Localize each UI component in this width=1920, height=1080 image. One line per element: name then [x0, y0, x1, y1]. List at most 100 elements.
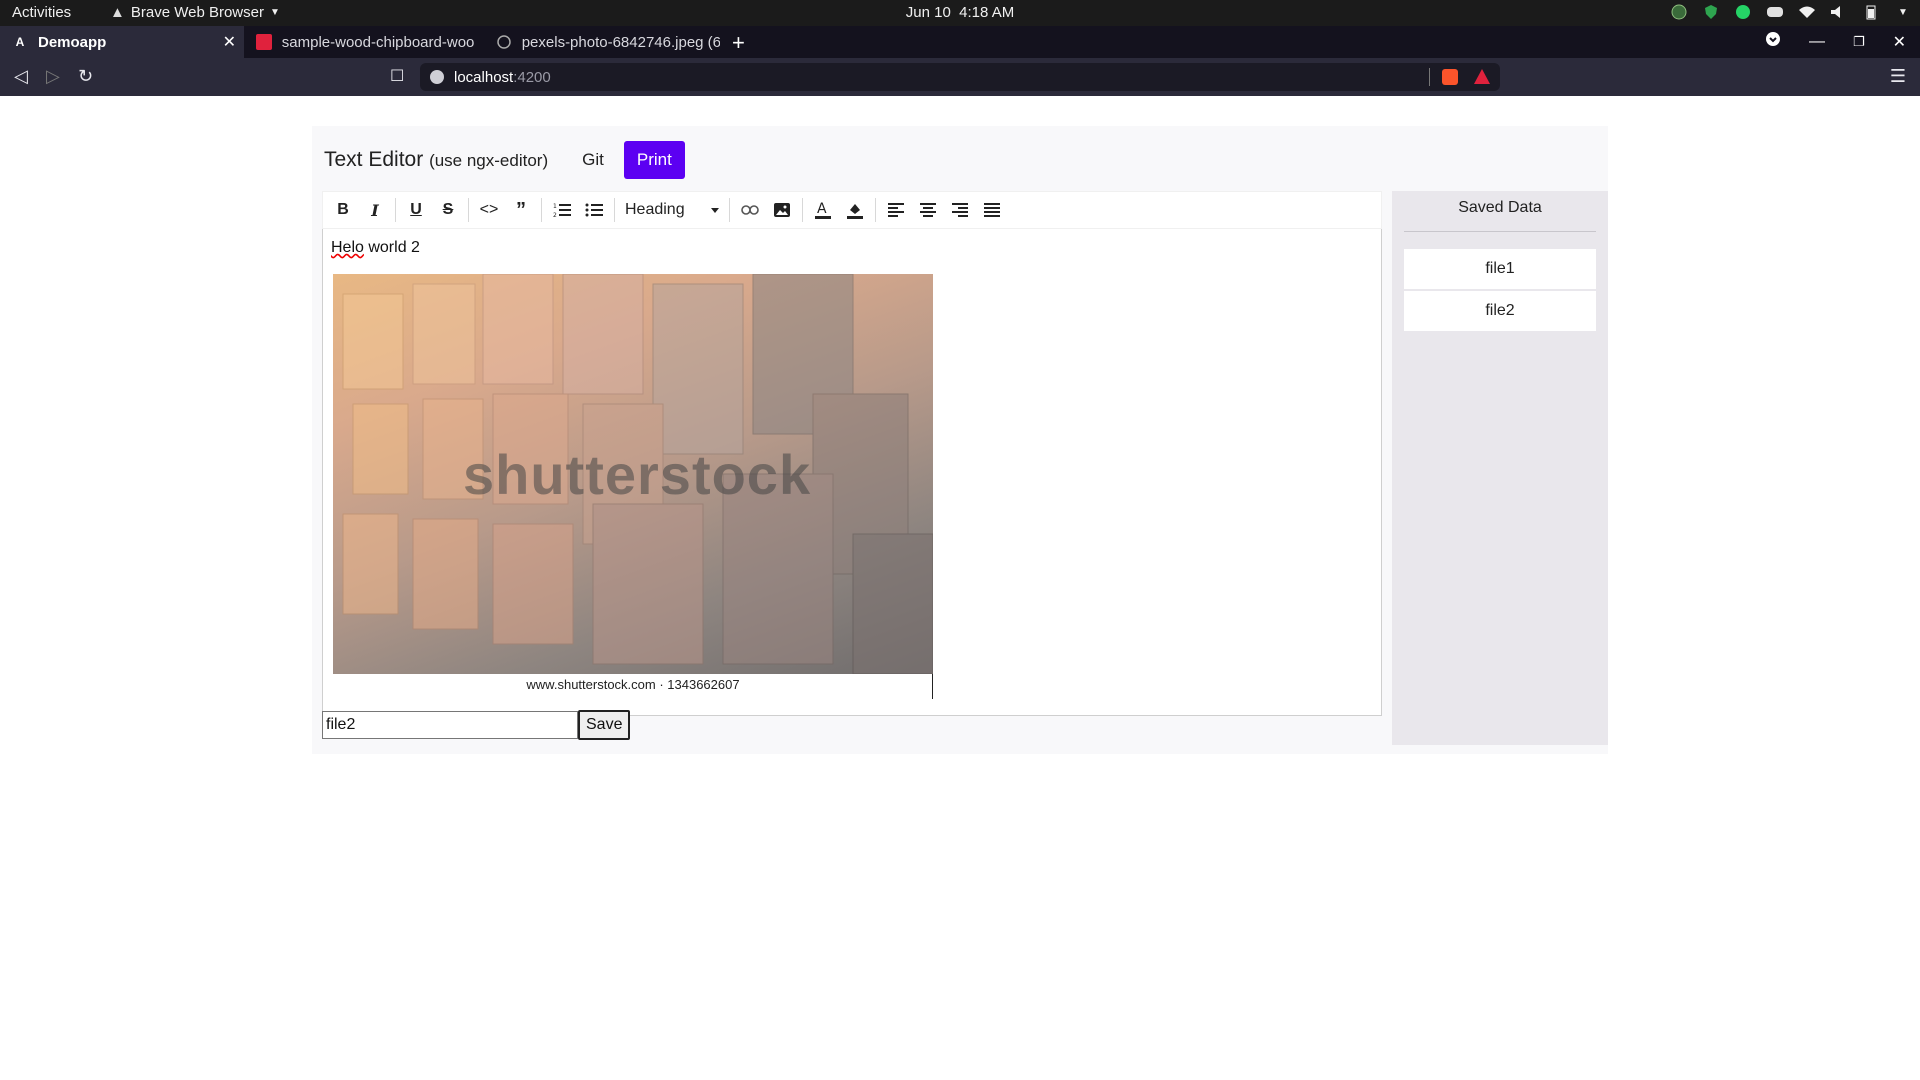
page-subtitle: (use ngx-editor)	[429, 151, 549, 170]
align-justify-icon[interactable]	[976, 194, 1008, 226]
page-title-text: Text Editor	[324, 148, 424, 171]
caret-down-icon	[711, 207, 719, 213]
forward-icon[interactable]: ▷	[46, 66, 60, 87]
site-info-icon[interactable]	[430, 70, 444, 84]
toolbar-divider	[395, 198, 396, 222]
filename-input[interactable]	[322, 711, 578, 739]
wifi-icon[interactable]	[1798, 3, 1816, 21]
embedded-image[interactable]: shutterstock www.shutterstock.com · 1343…	[333, 274, 933, 699]
saved-file-item[interactable]: file1	[1404, 249, 1596, 289]
menu-icon[interactable]: ☰	[1890, 66, 1906, 87]
saved-file-item[interactable]: file2	[1404, 291, 1596, 331]
align-center-icon[interactable]	[912, 194, 944, 226]
tab-title: pexels-photo-6842746.jpeg (6	[521, 33, 720, 51]
blockquote-icon[interactable]: ”	[505, 194, 537, 226]
image-credit: www.shutterstock.com · 1343662607	[526, 677, 740, 692]
saved-data-divider	[1404, 231, 1596, 232]
bookmark-icon[interactable]: ☐	[390, 66, 404, 86]
print-button[interactable]: Print	[623, 141, 685, 179]
chevron-down-icon: ▼	[269, 7, 280, 18]
toolbar-divider	[614, 198, 615, 222]
toolbar-divider	[802, 198, 803, 222]
tab-title: Demoapp	[38, 33, 107, 51]
address-bar-divider	[1429, 68, 1430, 86]
watermark-text: shutterstock	[463, 443, 812, 506]
bold-icon[interactable]: B	[327, 194, 359, 226]
reload-icon[interactable]: ↻	[78, 66, 93, 87]
page-title: Text Editor (use ngx-editor)	[324, 148, 548, 172]
editor-toolbar: B I U S <> ” 12 Heading A	[322, 191, 1382, 229]
new-tab-icon[interactable]: +	[732, 30, 745, 56]
clock-date[interactable]: Jun 10	[906, 4, 951, 21]
paragraph-text: world 2	[363, 239, 420, 256]
toolbar-divider	[541, 198, 542, 222]
saved-data-title: Saved Data	[1458, 199, 1542, 216]
system-tray: ▼	[1670, 3, 1912, 21]
system-top-bar: Activities ▲ Brave Web Browser ▼ Jun 10 …	[0, 0, 1920, 26]
globe-icon	[496, 34, 512, 50]
git-link[interactable]: Git	[582, 150, 604, 170]
url-host: localhost	[454, 68, 514, 86]
highlight-color-icon[interactable]	[839, 194, 871, 226]
heading-dropdown-label: Heading	[625, 201, 685, 218]
power-menu-icon[interactable]: ▼	[1894, 3, 1912, 21]
back-icon[interactable]: ◁	[14, 66, 28, 87]
tab-strip: A Demoapp ✕ sample-wood-chipboard-woo pe…	[0, 26, 1920, 58]
toolbar-divider	[875, 198, 876, 222]
ordered-list-icon[interactable]: 12	[546, 194, 578, 226]
heading-dropdown[interactable]: Heading	[619, 194, 725, 226]
save-form: Save	[322, 710, 631, 740]
url-port: :4200	[513, 68, 551, 86]
italic-icon[interactable]: I	[359, 194, 391, 226]
app-menu-label: Brave Web Browser	[130, 4, 264, 21]
tab-demoapp[interactable]: A Demoapp ✕	[0, 26, 244, 58]
tab-pexels-photo[interactable]: pexels-photo-6842746.jpeg (6	[484, 26, 720, 58]
toolbar-divider	[468, 198, 469, 222]
image-icon[interactable]	[766, 194, 798, 226]
svg-text:1: 1	[553, 203, 557, 210]
page-viewport: Text Editor (use ngx-editor) Git Print B…	[0, 96, 1920, 1080]
editor: B I U S <> ” 12 Heading A Helo world 2 s…	[322, 191, 1382, 716]
brave-lion-icon: ▲	[110, 4, 125, 21]
window-controls: — ❐ ✕	[1765, 31, 1906, 52]
navigation-bar: ◁ ▷ ↻ ☐ localhost:4200 ☰	[0, 58, 1920, 96]
align-left-icon[interactable]	[880, 194, 912, 226]
address-bar[interactable]: localhost:4200	[420, 63, 1500, 91]
code-icon[interactable]: <>	[473, 194, 505, 226]
clock: Jun 10 4:18 AM	[0, 4, 1920, 21]
underline-icon[interactable]: U	[400, 194, 432, 226]
whatsapp-icon[interactable]	[1734, 3, 1752, 21]
discord-icon[interactable]	[1766, 3, 1784, 21]
minimize-icon[interactable]: —	[1809, 33, 1825, 51]
tab-search-icon[interactable]	[1765, 31, 1781, 52]
editor-content[interactable]: Helo world 2 shutterstock www.shuttersto…	[322, 229, 1382, 716]
misspelled-word: Helo	[331, 239, 364, 256]
tab-sample-wood[interactable]: sample-wood-chipboard-woo	[244, 26, 484, 58]
network-globe-icon[interactable]	[1670, 3, 1688, 21]
svg-text:2: 2	[553, 212, 557, 218]
volume-icon[interactable]	[1830, 3, 1848, 21]
shield-icon[interactable]	[1702, 3, 1720, 21]
saved-data-panel: Saved Data file1 file2	[1392, 191, 1608, 745]
close-window-icon[interactable]: ✕	[1893, 32, 1906, 52]
activities-button[interactable]: Activities	[12, 4, 71, 21]
editor-paragraph[interactable]: Helo world 2	[331, 239, 420, 257]
save-button[interactable]: Save	[578, 710, 631, 740]
text-color-icon[interactable]: A	[807, 194, 839, 226]
link-icon[interactable]	[734, 194, 766, 226]
shutterstock-favicon-icon	[256, 34, 272, 50]
clock-time[interactable]: 4:18 AM	[959, 4, 1014, 21]
close-tab-icon[interactable]: ✕	[223, 32, 236, 52]
svg-text:A: A	[817, 201, 827, 217]
toolbar-divider	[729, 198, 730, 222]
bullet-list-icon[interactable]	[578, 194, 610, 226]
tab-title: sample-wood-chipboard-woo	[281, 33, 475, 51]
align-right-icon[interactable]	[944, 194, 976, 226]
strikethrough-icon[interactable]: S	[432, 194, 464, 226]
brave-shields-icon[interactable]	[1442, 69, 1458, 85]
battery-icon[interactable]	[1862, 3, 1880, 21]
brave-rewards-icon[interactable]	[1474, 69, 1490, 84]
maximize-icon[interactable]: ❐	[1853, 34, 1865, 50]
editor-card: Text Editor (use ngx-editor) Git Print B…	[312, 126, 1608, 754]
app-menu[interactable]: ▲ Brave Web Browser ▼	[110, 4, 280, 21]
